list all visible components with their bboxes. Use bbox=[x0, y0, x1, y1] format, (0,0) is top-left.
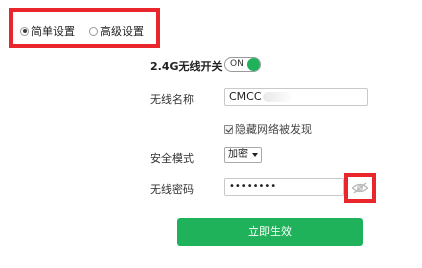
password-label: 无线密码 bbox=[150, 183, 194, 196]
apply-now-button[interactable]: 立即生效 bbox=[177, 218, 363, 246]
ssid-input[interactable]: CMCC bbox=[224, 88, 368, 106]
radio-advanced-label: 高级设置 bbox=[100, 25, 144, 38]
mode-selector-highlight: 简单设置 高级设置 bbox=[9, 8, 160, 48]
ssid-label: 无线名称 bbox=[150, 93, 194, 106]
hide-network-option[interactable]: 隐藏网络被发现 bbox=[224, 121, 312, 137]
radio-simple-settings[interactable]: 简单设置 bbox=[20, 23, 75, 39]
password-input[interactable]: •••••••• bbox=[224, 178, 344, 196]
wifi-24g-toggle[interactable]: ON bbox=[224, 57, 261, 72]
hide-network-checkbox[interactable] bbox=[224, 124, 233, 134]
toggle-knob bbox=[247, 58, 260, 71]
chevron-down-icon bbox=[252, 153, 258, 157]
security-mode-label: 安全模式 bbox=[150, 152, 194, 165]
hide-network-label: 隐藏网络被发现 bbox=[235, 123, 312, 136]
show-password-button[interactable] bbox=[344, 173, 376, 203]
security-mode-value: 加密 bbox=[228, 149, 248, 160]
ssid-redaction-blur bbox=[262, 92, 293, 102]
security-mode-select[interactable]: 加密 bbox=[224, 147, 262, 163]
hide-password-eye-icon bbox=[351, 182, 369, 194]
radio-unchecked-icon[interactable] bbox=[89, 26, 98, 36]
password-value: •••••••• bbox=[229, 181, 277, 192]
radio-checked-icon[interactable] bbox=[20, 26, 29, 36]
ssid-value: CMCC bbox=[229, 90, 262, 103]
wifi-24g-label: 2.4G无线开关 bbox=[150, 60, 223, 73]
radio-advanced-settings[interactable]: 高级设置 bbox=[89, 23, 144, 39]
toggle-state-text: ON bbox=[230, 59, 244, 69]
radio-simple-label: 简单设置 bbox=[31, 25, 75, 38]
